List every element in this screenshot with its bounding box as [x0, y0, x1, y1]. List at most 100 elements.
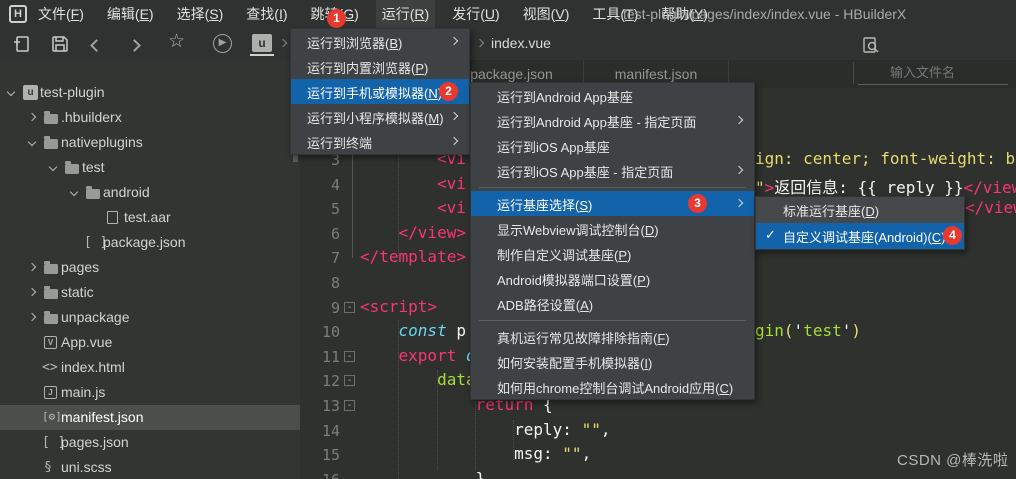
save-icon[interactable]	[50, 34, 70, 54]
folder-icon	[86, 186, 100, 199]
menubar-item-3[interactable]: 选择(S)	[171, 0, 230, 28]
project-explorer: u test-plugin .hbuilderx nativeplugins test a…	[0, 60, 300, 479]
tree-item-package.json[interactable]: [ ] package.json	[0, 230, 300, 255]
tree-item-test[interactable]: test	[0, 155, 300, 180]
menu-item-label: 显示Webview调试控制台(D)	[497, 223, 659, 238]
run-menu-item-3[interactable]: 运行到手机或模拟器(N)2	[291, 79, 469, 104]
tree-item-uni.scss[interactable]: § uni.scss	[0, 455, 300, 479]
folder-icon	[44, 311, 58, 324]
line-number: 8	[330, 274, 340, 292]
new-file-icon[interactable]	[12, 34, 32, 54]
search-input[interactable]	[890, 62, 1008, 83]
fold-marker-icon[interactable]: -	[344, 400, 355, 411]
chevron-right-icon[interactable]	[27, 262, 37, 272]
run-menu-item-1[interactable]: 运行到浏览器(B)	[291, 29, 469, 54]
phone-submenu-item-2[interactable]: 运行到Android App基座 - 指定页面	[471, 108, 754, 133]
breadcrumb-project-icon[interactable]: u	[252, 34, 272, 52]
menu-item-label: 运行到小程序模拟器(M)	[307, 111, 444, 126]
menubar-item-8[interactable]: 视图(V)	[517, 0, 576, 28]
tree-item-label: nativeplugins	[61, 134, 143, 150]
run-icon[interactable]: ▶	[213, 34, 232, 53]
fold-marker-icon[interactable]: -	[344, 375, 355, 387]
chevron-down-icon[interactable]	[48, 162, 58, 172]
folder-icon	[44, 261, 58, 274]
tree-item-label: test	[82, 159, 105, 175]
menubar: 文件(F)编辑(E)选择(S)查找(I)跳转(G)运行(R)发行(U)视图(V)…	[32, 0, 714, 28]
watermark: CSDN @棒洗啦	[897, 452, 1009, 469]
breadcrumb-current-file[interactable]: index.vue	[491, 35, 551, 51]
phone-submenu-item-13[interactable]: 如何安装配置手机模拟器(I)	[471, 349, 754, 374]
breadcrumb-chevron-icon	[475, 38, 485, 48]
phone-submenu-item-9[interactable]: Android模拟器端口设置(P)	[471, 266, 754, 291]
chevron-right-icon[interactable]	[27, 112, 37, 122]
code-text: msg: "",	[514, 444, 592, 464]
tree-item-manifest.json[interactable]: [⚙] manifest.json	[0, 405, 300, 430]
star-icon[interactable]: ☆	[168, 32, 188, 52]
code-line-14[interactable]: 14 reply: "",	[300, 419, 1016, 444]
menubar-item-6[interactable]: 运行(R)	[375, 0, 436, 28]
base-submenu-item-1[interactable]: 标准运行基座(D)	[756, 197, 964, 223]
run-menu-item-2[interactable]: 运行到内置浏览器(P)	[291, 54, 469, 79]
run-menu-item-5[interactable]: 运行到终端	[291, 129, 469, 154]
tree-item-android[interactable]: android	[0, 180, 300, 205]
menu-item-label: 真机运行常见故障排除指南(F)	[497, 331, 670, 346]
menubar-item-4[interactable]: 查找(I)	[240, 0, 293, 28]
menu-item-label: 如何安装配置手机模拟器(I)	[497, 356, 653, 371]
tree-item-nativeplugins[interactable]: nativeplugins	[0, 130, 300, 155]
code-text: const p	[398, 321, 466, 341]
line-number: 9	[330, 298, 340, 317]
tree-item-test.aar[interactable]: test.aar	[0, 205, 300, 230]
phone-submenu-item-1[interactable]: 运行到Android App基座	[471, 83, 754, 108]
forward-icon[interactable]	[128, 37, 150, 57]
search-file-icon	[862, 36, 882, 56]
phone-submenu-item-3[interactable]: 运行到iOS App基座	[471, 133, 754, 158]
line-number: 12	[321, 372, 340, 391]
folder-icon	[44, 111, 58, 124]
phone-submenu-item-12[interactable]: 真机运行常见故障排除指南(F)	[471, 324, 754, 349]
fold-marker-icon[interactable]: -	[344, 350, 355, 362]
tree-item-label: manifest.json	[61, 409, 144, 425]
menubar-item-7[interactable]: 发行(U)	[446, 0, 505, 28]
phone-submenu-item-14[interactable]: 如何用chrome控制台调试Android应用(C)	[471, 374, 754, 399]
tree-item-main.js[interactable]: Jmain.js	[0, 380, 300, 405]
back-icon[interactable]	[90, 37, 112, 57]
run-menu: 运行到浏览器(B) 运行到内置浏览器(P) 运行到手机或模拟器(N)2 运行到小程序模…	[290, 28, 470, 155]
line-number: 14	[321, 421, 340, 440]
chevron-right-icon[interactable]	[27, 312, 37, 322]
tree-item-static[interactable]: static	[0, 280, 300, 305]
phone-submenu-item-4[interactable]: 运行到iOS App基座 - 指定页面	[471, 158, 754, 183]
menubar-item-1[interactable]: 文件(F)	[32, 0, 90, 28]
run-menu-item-4[interactable]: 运行到小程序模拟器(M)	[291, 104, 469, 129]
tree-item-label: android	[103, 184, 150, 200]
phone-submenu-item-7[interactable]: 显示Webview调试控制台(D)	[471, 216, 754, 241]
phone-submenu-item-10[interactable]: ADB路径设置(A)	[471, 291, 754, 316]
annotation-badge-4: 4	[943, 226, 962, 245]
code-text: reply: "",	[514, 419, 611, 439]
menubar-item-2[interactable]: 编辑(E)	[101, 0, 160, 28]
tree-item-.hbuilderx[interactable]: .hbuilderx	[0, 105, 300, 130]
submenu-arrow-icon	[449, 36, 459, 46]
phone-submenu-item-6[interactable]: 运行基座选择(S) 3	[471, 191, 754, 216]
chevron-down-icon[interactable]	[27, 137, 37, 147]
chevron-down-icon[interactable]	[6, 87, 16, 97]
base-submenu-item-2[interactable]: ✓ 自定义调试基座(Android)(C)4	[756, 223, 964, 249]
chevron-right-icon[interactable]	[27, 287, 37, 297]
menu-separator	[479, 187, 746, 188]
tree-item-test-plugin[interactable]: u test-plugin	[0, 80, 300, 105]
code-text: }	[360, 468, 486, 479]
tree-item-unpackage[interactable]: unpackage	[0, 305, 300, 330]
tree-item-index.html[interactable]: <> index.html	[0, 355, 300, 380]
tree-item-label: static	[61, 284, 94, 300]
chevron-down-icon[interactable]	[69, 187, 79, 197]
tree-item-pages.json[interactable]: [ ] pages.json	[0, 430, 300, 455]
fold-marker-icon[interactable]: -	[344, 301, 355, 313]
submenu-arrow-icon	[734, 198, 744, 208]
submenu-arrow-icon	[734, 165, 744, 175]
tree-item-label: test.aar	[124, 209, 171, 225]
tree-item-App.vue[interactable]: V App.vue	[0, 330, 300, 355]
tree-item-label: pages	[61, 259, 100, 275]
tree-item-pages[interactable]: pages	[0, 255, 300, 280]
code-text: <script>	[360, 296, 438, 316]
phone-submenu-item-8[interactable]: 制作自定义调试基座(P)	[471, 241, 754, 266]
breadcrumb-chevron-icon	[278, 38, 288, 48]
